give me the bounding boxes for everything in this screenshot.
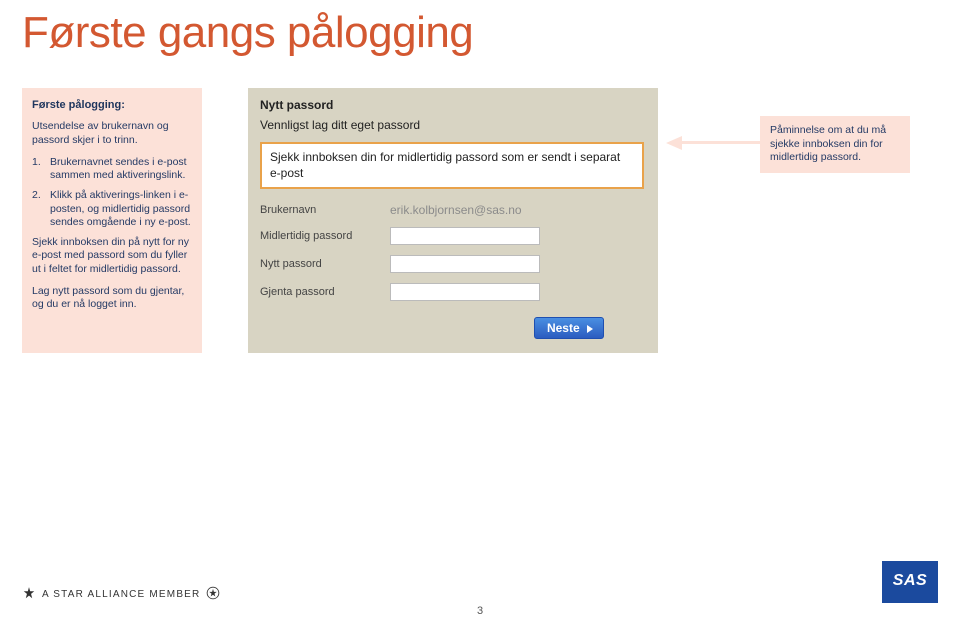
- step-text: Brukernavnet sendes i e-post sammen med …: [50, 156, 192, 183]
- step-text: Klikk på aktiverings-linken i e-posten, …: [50, 189, 192, 230]
- label-temp-password: Midlertidig passord: [260, 230, 390, 242]
- list-item: 2. Klikk på aktiverings-linken i e-poste…: [32, 189, 192, 230]
- row-username: Brukernavn erik.kolbjornsen@sas.no: [260, 203, 644, 217]
- password-form-panel: Nytt passord Vennligst lag ditt eget pas…: [248, 88, 658, 353]
- arrow-right-icon: [587, 325, 593, 333]
- label-username: Brukernavn: [260, 204, 390, 216]
- row-temp-password: Midlertidig passord: [260, 227, 644, 245]
- reminder-callout: Påminnelse om at du må sjekke innboksen …: [760, 116, 910, 173]
- label-repeat-password: Gjenta passord: [260, 286, 390, 298]
- callout-arrow-icon: [666, 136, 682, 150]
- panel-subtitle: Vennligst lag ditt eget passord: [260, 118, 644, 132]
- star-alliance-badge: A STAR ALLIANCE MEMBER: [22, 586, 220, 603]
- row-repeat-password: Gjenta passord: [260, 283, 644, 301]
- inbox-notice: Sjekk innboksen din for midlertidig pass…: [260, 142, 644, 189]
- footer: A STAR ALLIANCE MEMBER SAS: [22, 561, 938, 603]
- sidebar-steps: 1. Brukernavnet sendes i e-post sammen m…: [32, 156, 192, 230]
- step-number: 2.: [32, 189, 50, 230]
- star-badge-icon: [206, 586, 220, 603]
- list-item: 1. Brukernavnet sendes i e-post sammen m…: [32, 156, 192, 183]
- sidebar-para: Sjekk innboksen din på nytt for ny e-pos…: [32, 236, 192, 277]
- star-alliance-icon: [22, 586, 36, 603]
- repeat-password-input[interactable]: [390, 283, 540, 301]
- callout-connector: [682, 141, 760, 144]
- step-number: 1.: [32, 156, 50, 183]
- next-button-label: Neste: [547, 321, 580, 335]
- next-button[interactable]: Neste: [534, 317, 604, 339]
- button-row: Neste: [260, 311, 644, 339]
- page-title: Første gangs pålogging: [0, 0, 960, 58]
- row-new-password: Nytt passord: [260, 255, 644, 273]
- username-value: erik.kolbjornsen@sas.no: [390, 203, 522, 217]
- panel-title: Nytt passord: [260, 98, 644, 112]
- star-alliance-text: A STAR ALLIANCE MEMBER: [42, 589, 200, 600]
- sidebar-para: Lag nytt passord som du gjentar, og du e…: [32, 285, 192, 312]
- main-content: Første pålogging: Utsendelse av brukerna…: [0, 58, 960, 353]
- sas-logo: SAS: [882, 561, 938, 603]
- temp-password-input[interactable]: [390, 227, 540, 245]
- sidebar-heading: Første pålogging:: [32, 98, 192, 112]
- sidebar-info-box: Første pålogging: Utsendelse av brukerna…: [22, 88, 202, 353]
- page-number: 3: [477, 605, 483, 617]
- label-new-password: Nytt passord: [260, 258, 390, 270]
- sas-logo-text: SAS: [882, 561, 938, 590]
- sidebar-intro: Utsendelse av brukernavn og passord skje…: [32, 120, 192, 147]
- new-password-input[interactable]: [390, 255, 540, 273]
